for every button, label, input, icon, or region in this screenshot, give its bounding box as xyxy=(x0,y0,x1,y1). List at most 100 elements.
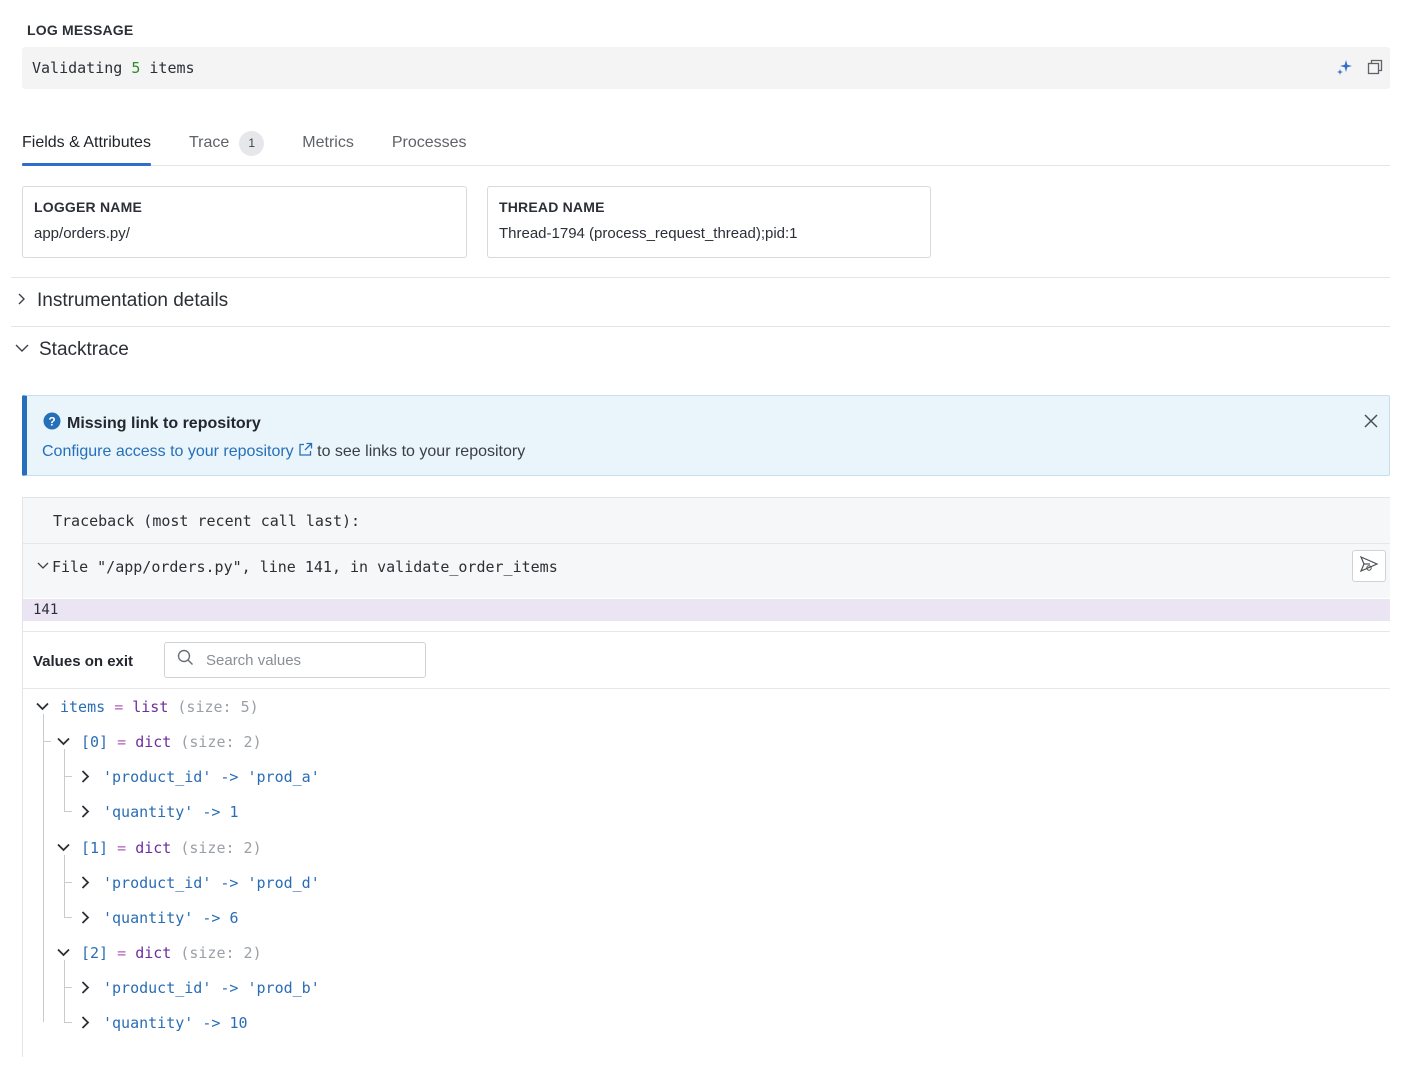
instrumentation-details-label: Instrumentation details xyxy=(37,290,229,311)
log-message-text: Validating 5 items xyxy=(32,59,195,77)
stacktrace-panel: Traceback (most recent call last): File … xyxy=(22,497,1390,1057)
configure-repository-link[interactable]: Configure access to your repository xyxy=(42,442,313,462)
tab-fields-attributes[interactable]: Fields & Attributes xyxy=(22,128,151,166)
stack-frame-row[interactable]: File "/app/orders.py", line 141, in vali… xyxy=(23,544,1390,598)
detail-tabs: Fields & Attributes Trace 1 Metrics Proce… xyxy=(22,128,1390,166)
tree-type: dict xyxy=(135,838,172,857)
tree-arrow: -> xyxy=(220,873,239,892)
tree-node-kv[interactable]: 'product_id' -> 'prod_a' xyxy=(78,759,320,794)
tree-value: 'prod_d' xyxy=(247,873,320,892)
logger-name-value: app/orders.py/ xyxy=(34,225,130,242)
tree-meta: (size: 2) xyxy=(180,943,262,962)
values-on-exit-label: Values on exit xyxy=(33,653,134,670)
tree-index: [1] xyxy=(81,838,109,857)
trace-count-badge: 1 xyxy=(239,130,265,156)
tree-guide xyxy=(64,988,72,1023)
tab-processes[interactable]: Processes xyxy=(392,128,467,158)
tree-eq: = xyxy=(114,697,124,716)
chevron-right-icon xyxy=(14,290,28,312)
missing-repository-banner: ? Missing link to repository Configure a… xyxy=(22,395,1390,476)
frame-action-button[interactable] xyxy=(1352,550,1386,582)
chevron-down-icon[interactable] xyxy=(56,735,70,749)
tree-guide xyxy=(43,742,44,1022)
stacktrace-label: Stacktrace xyxy=(39,339,129,360)
tree-value: 6 xyxy=(229,908,239,927)
tree-meta: (size: 2) xyxy=(180,838,262,857)
configure-repository-link-label: Configure access to your repository xyxy=(42,443,294,460)
search-icon xyxy=(177,649,194,671)
tree-eq: = xyxy=(117,838,127,857)
tree-arrow: -> xyxy=(220,767,239,786)
log-message-box: Validating 5 items xyxy=(22,47,1390,89)
chevron-down-icon[interactable] xyxy=(35,700,49,714)
search-values-input[interactable] xyxy=(204,650,414,670)
tree-arrow: -> xyxy=(202,908,221,927)
tree-var-name: items xyxy=(60,697,106,716)
logger-name-label: LOGGER NAME xyxy=(34,199,142,215)
stacktrace-toggle[interactable]: Stacktrace xyxy=(14,339,129,361)
chevron-down-icon[interactable] xyxy=(56,946,70,960)
log-message-suffix: items xyxy=(140,59,195,77)
tab-metrics[interactable]: Metrics xyxy=(302,128,354,158)
search-values-field[interactable] xyxy=(164,642,426,678)
tree-node-kv[interactable]: 'product_id' -> 'prod_b' xyxy=(78,970,320,1005)
tree-type: dict xyxy=(135,943,172,962)
tab-label: Processes xyxy=(391,134,467,151)
send-to-icon xyxy=(1359,555,1379,578)
close-icon[interactable] xyxy=(1363,413,1379,434)
tree-index: [2] xyxy=(81,943,109,962)
chevron-right-icon[interactable] xyxy=(78,911,92,925)
tree-node-items[interactable]: items = list (size: 5) xyxy=(35,689,259,724)
tree-node-index-1[interactable]: [1] = dict (size: 2) xyxy=(56,830,262,865)
stack-frame-label: File "/app/orders.py", line 141, in vali… xyxy=(52,558,558,576)
tree-meta: (size: 5) xyxy=(177,697,259,716)
tab-trace[interactable]: Trace 1 xyxy=(188,128,265,158)
tree-node-kv[interactable]: 'product_id' -> 'prod_d' xyxy=(78,865,320,900)
thread-name-value: Thread-1794 (process_request_thread);pid… xyxy=(499,225,798,242)
tab-label: Metrics xyxy=(302,134,354,151)
tree-node-kv[interactable]: 'quantity' -> 1 xyxy=(78,794,238,829)
chevron-right-icon[interactable] xyxy=(78,805,92,819)
tree-index: [0] xyxy=(81,732,109,751)
tree-node-index-0[interactable]: [0] = dict (size: 2) xyxy=(56,724,262,759)
external-link-icon xyxy=(298,442,313,462)
logger-name-card[interactable]: LOGGER NAME app/orders.py/ xyxy=(22,186,467,258)
tree-meta: (size: 2) xyxy=(180,732,262,751)
tree-node-kv[interactable]: 'quantity' -> 10 xyxy=(78,1005,248,1040)
log-message-prefix: Validating xyxy=(32,59,132,77)
tree-arrow: -> xyxy=(202,1013,221,1032)
chevron-down-icon[interactable] xyxy=(36,558,50,576)
tree-key: 'product_id' xyxy=(103,873,212,892)
chevron-right-icon[interactable] xyxy=(78,981,92,995)
tree-node-index-2[interactable]: [2] = dict (size: 2) xyxy=(56,935,262,970)
divider xyxy=(11,277,1390,278)
tree-value: 1 xyxy=(229,802,239,821)
tree-key: 'product_id' xyxy=(103,978,212,997)
copy-icon[interactable] xyxy=(1366,58,1384,76)
svg-text:?: ? xyxy=(48,415,55,429)
divider xyxy=(11,326,1390,327)
banner-title: Missing link to repository xyxy=(67,414,261,432)
traceback-header: Traceback (most recent call last): xyxy=(23,498,1390,544)
chevron-right-icon[interactable] xyxy=(78,876,92,890)
log-message-heading: LOG MESSAGE xyxy=(27,22,134,38)
tree-eq: = xyxy=(117,732,127,751)
chevron-right-icon[interactable] xyxy=(78,1016,92,1030)
thread-name-label: THREAD NAME xyxy=(499,199,605,215)
instrumentation-details-toggle[interactable]: Instrumentation details xyxy=(14,290,228,312)
tab-label: Fields & Attributes xyxy=(22,134,151,151)
tree-node-kv[interactable]: 'quantity' -> 6 xyxy=(78,900,238,935)
tree-key: 'quantity' xyxy=(103,802,194,821)
sparkle-icon[interactable] xyxy=(1336,58,1354,76)
tree-arrow: -> xyxy=(202,802,221,821)
tree-guide xyxy=(64,883,72,918)
tab-label: Trace xyxy=(188,134,230,151)
tree-value: 10 xyxy=(229,1013,248,1032)
chevron-right-icon[interactable] xyxy=(78,770,92,784)
tree-value: 'prod_b' xyxy=(247,978,320,997)
traceback-text: Traceback (most recent call last): xyxy=(53,512,361,530)
chevron-down-icon[interactable] xyxy=(56,841,70,855)
tree-value: 'prod_a' xyxy=(247,767,320,786)
thread-name-card[interactable]: THREAD NAME Thread-1794 (process_request… xyxy=(487,186,931,258)
tree-type: dict xyxy=(135,732,172,751)
